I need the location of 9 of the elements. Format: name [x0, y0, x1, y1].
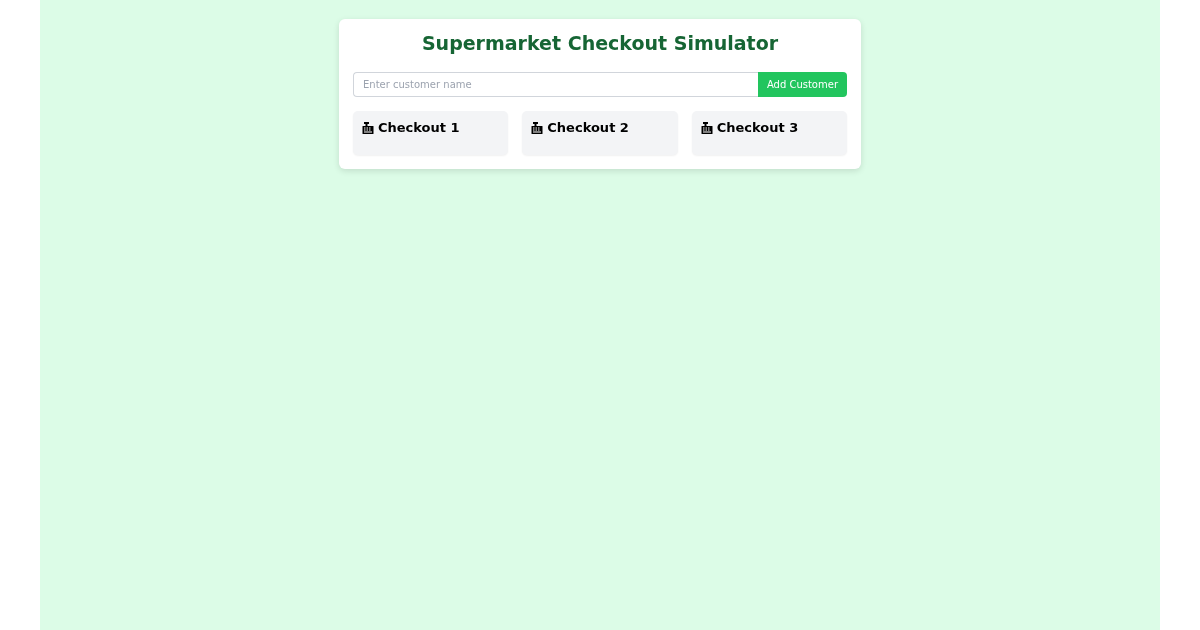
checkout-title: Checkout 3: [716, 120, 799, 136]
cash-register-icon: [531, 122, 544, 134]
cash-register-icon: [700, 122, 713, 134]
customer-name-field[interactable]: Enter customer name: [353, 72, 758, 97]
page-title: Supermarket Checkout Simulator: [420, 31, 780, 55]
cash-register-icon: [362, 122, 374, 134]
checkout-title: Checkout 1: [378, 120, 460, 136]
checkout-title: Checkout 2: [547, 120, 629, 136]
add-customer-button[interactable]: Add Customer: [757, 72, 847, 97]
